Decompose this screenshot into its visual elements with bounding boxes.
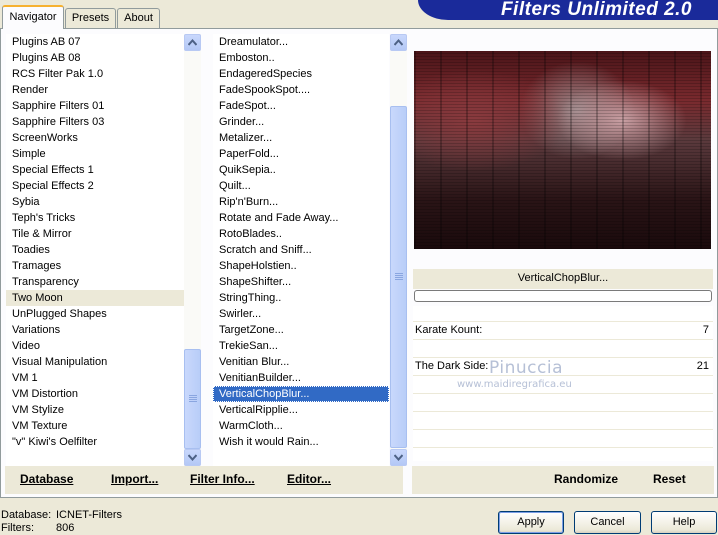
list-item[interactable]: TrekieSan... [213, 338, 389, 354]
list-item[interactable]: Toadies [6, 242, 184, 258]
param-the-dark-side[interactable]: The Dark Side: 21 [413, 357, 713, 375]
list-item[interactable]: VenitianBuilder... [213, 370, 389, 386]
scroll-up-button[interactable] [184, 34, 201, 51]
list-item[interactable]: FadeSpookSpot.... [213, 82, 389, 98]
list-item[interactable]: QuikSepia.. [213, 162, 389, 178]
chevron-down-icon [394, 454, 403, 461]
filter-info-button[interactable]: Filter Info... [190, 470, 255, 488]
scroll-thumb[interactable] [184, 349, 201, 449]
list-item[interactable]: Video [6, 338, 184, 354]
list-item[interactable]: VM Distortion [6, 386, 184, 402]
reset-button[interactable]: Reset [653, 470, 686, 488]
list-item[interactable]: VM Texture [6, 418, 184, 434]
list-item[interactable]: Wish it would Rain... [213, 434, 389, 450]
list-item[interactable]: StringThing.. [213, 290, 389, 306]
scroll-down-button[interactable] [390, 449, 407, 466]
tab-about[interactable]: About [117, 8, 160, 28]
list-item[interactable]: ScreenWorks [6, 130, 184, 146]
list-item[interactable]: TargetZone... [213, 322, 389, 338]
database-button[interactable]: Database [20, 470, 73, 488]
chevron-up-icon [188, 39, 197, 46]
tab-navigator[interactable]: Navigator [2, 5, 64, 29]
list-item[interactable]: FadeSpot... [213, 98, 389, 114]
param-label: Karate Kount: [415, 324, 483, 336]
list-item[interactable]: Tramages [6, 258, 184, 274]
current-filter-name: VerticalChopBlur... [413, 269, 713, 289]
filters-value: 806 [56, 522, 75, 534]
filters-label: Filters: [1, 522, 34, 534]
apply-button[interactable]: Apply [498, 511, 564, 534]
import-button[interactable]: Import... [111, 470, 158, 488]
list-item[interactable]: VerticalChopBlur... [213, 386, 389, 402]
editor-button[interactable]: Editor... [287, 470, 331, 488]
preview-image[interactable] [414, 51, 711, 249]
list-item[interactable]: Quilt... [213, 178, 389, 194]
list-item[interactable]: ShapeShifter... [213, 274, 389, 290]
list-item[interactable]: Tile & Mirror [6, 226, 184, 242]
scroll-thumb[interactable] [390, 106, 407, 448]
list-item[interactable]: RotoBlades.. [213, 226, 389, 242]
filter-scrollbar[interactable] [390, 34, 407, 466]
list-item[interactable]: Dreamulator... [213, 34, 389, 50]
scroll-up-button[interactable] [390, 34, 407, 51]
database-label: Database: [1, 509, 52, 521]
chevron-up-icon [394, 39, 403, 46]
list-item[interactable]: Rip'n'Burn... [213, 194, 389, 210]
cancel-button[interactable]: Cancel [574, 511, 641, 534]
list-item[interactable]: Metalizer... [213, 130, 389, 146]
list-item[interactable]: Sapphire Filters 03 [6, 114, 184, 130]
app-title: Filters Unlimited 2.0 [500, 0, 692, 20]
list-item[interactable]: Plugins AB 07 [6, 34, 184, 50]
database-value: ICNET-Filters [56, 509, 122, 521]
list-item[interactable]: Venitian Blur... [213, 354, 389, 370]
list-item[interactable]: VM Stylize [6, 402, 184, 418]
param-value: 21 [696, 360, 709, 372]
list-item[interactable]: Render [6, 82, 184, 98]
list-item[interactable]: Teph's Tricks [6, 210, 184, 226]
randomize-button[interactable]: Randomize [554, 470, 618, 488]
database-info: Database: ICNET-Filters [1, 509, 122, 522]
list-item[interactable]: Sapphire Filters 01 [6, 98, 184, 114]
list-item[interactable]: Emboston.. [213, 50, 389, 66]
title-banner: Filters Unlimited 2.0 [418, 0, 718, 20]
filters-info: Filters: 806 [1, 522, 74, 535]
help-button[interactable]: Help [651, 511, 717, 534]
list-item[interactable]: PaperFold... [213, 146, 389, 162]
list-item[interactable]: EndageredSpecies [213, 66, 389, 82]
list-item[interactable]: Special Effects 2 [6, 178, 184, 194]
param-label: The Dark Side: [415, 360, 489, 372]
list-item[interactable]: Grinder... [213, 114, 389, 130]
list-item[interactable]: Special Effects 1 [6, 162, 184, 178]
list-item[interactable]: Two Moon [6, 290, 184, 306]
list-item[interactable]: VerticalRipplie... [213, 402, 389, 418]
list-item[interactable]: Visual Manipulation [6, 354, 184, 370]
list-item[interactable]: ShapeHolstien.. [213, 258, 389, 274]
progress-bar [414, 290, 712, 302]
list-item[interactable]: Sybia [6, 194, 184, 210]
filter-list[interactable]: Dreamulator... Emboston.. EndageredSpecies… [213, 34, 389, 466]
list-item[interactable]: WarmCloth... [213, 418, 389, 434]
param-value: 7 [702, 324, 709, 336]
category-list[interactable]: Plugins AB 07 Plugins AB 08 RCS Filter Pak… [6, 34, 184, 466]
list-item[interactable]: "v" Kiwi's Oelfilter [6, 434, 184, 450]
category-scrollbar[interactable] [184, 34, 201, 466]
list-item[interactable]: Rotate and Fade Away... [213, 210, 389, 226]
list-item[interactable]: VM 1 [6, 370, 184, 386]
list-item[interactable]: Swirler... [213, 306, 389, 322]
list-item[interactable]: Variations [6, 322, 184, 338]
list-item[interactable]: Simple [6, 146, 184, 162]
list-item[interactable]: UnPlugged Shapes [6, 306, 184, 322]
list-item[interactable]: Plugins AB 08 [6, 50, 184, 66]
tab-presets[interactable]: Presets [65, 8, 116, 28]
list-item[interactable]: Transparency [6, 274, 184, 290]
list-item[interactable]: Scratch and Sniff... [213, 242, 389, 258]
tab-strip: Navigator Presets About [0, 0, 420, 29]
list-item[interactable]: RCS Filter Pak 1.0 [6, 66, 184, 82]
watermark-name: Pinuccia [489, 358, 563, 378]
watermark-url: www.maidiregrafica.eu [457, 379, 572, 390]
param-karate-kount[interactable]: Karate Kount: 7 [413, 321, 713, 339]
chevron-down-icon [188, 454, 197, 461]
scroll-down-button[interactable] [184, 449, 201, 466]
